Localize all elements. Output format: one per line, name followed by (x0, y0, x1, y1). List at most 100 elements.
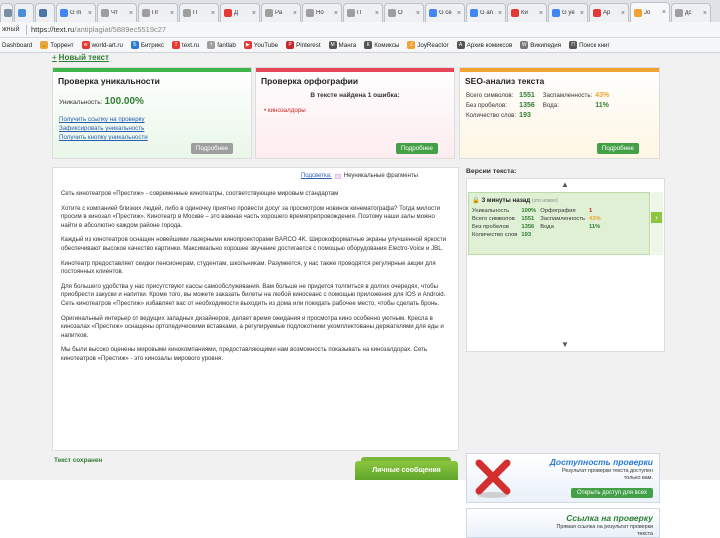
bookmark-label: Битрикс (140, 41, 165, 49)
tab-close-icon[interactable]: × (293, 10, 297, 17)
browser-tab[interactable]: Д × (220, 3, 260, 22)
bookmark-item[interactable]: К Комиксы (364, 41, 399, 49)
bookmark-label: Поиск книг (579, 41, 610, 49)
browser-tab[interactable] (35, 3, 55, 22)
bookmark-item[interactable]: 🔒 Торрент (40, 41, 74, 49)
bookmark-label: text.ru (182, 41, 200, 49)
uniqueness-more-button[interactable]: Подробнее (190, 143, 233, 154)
tab-close-icon[interactable]: × (580, 10, 584, 17)
bookmark-icon: Б (130, 41, 139, 49)
tab-label: G m (70, 10, 82, 16)
version-entry[interactable]: 🔒 3 минуты назад (это новое) Уникальность… (468, 192, 650, 255)
seo-label: Всего символов: (466, 92, 514, 99)
browser-tab[interactable]: Пг × (138, 3, 178, 22)
spelling-found: В тексте найдена 1 ошибка: (310, 92, 400, 99)
tab-label: G ye (562, 10, 575, 16)
tab-favicon-icon (142, 9, 150, 17)
browser-tab[interactable]: дс × (671, 3, 711, 22)
get-link-link[interactable]: Получить ссылку на проверку (59, 115, 251, 124)
seo-label: Без пробелов: (466, 102, 507, 109)
browser-tab[interactable]: G ce × (425, 3, 465, 22)
tab-close-icon[interactable]: × (211, 10, 215, 17)
tab-close-icon[interactable]: × (88, 10, 92, 17)
address-bar[interactable]: жный https://text.ru/antiplagiat/5889ec5… (0, 22, 720, 38)
bookmark-icon: P (286, 41, 295, 49)
tab-close-icon[interactable]: × (416, 10, 420, 17)
chevron-up-icon[interactable]: ▲ (561, 180, 569, 189)
bookmark-item[interactable]: f fantlab (207, 41, 236, 49)
tab-close-icon[interactable]: × (457, 10, 461, 17)
tab-close-icon[interactable]: × (539, 10, 543, 17)
chevron-right-icon[interactable]: › (651, 212, 662, 223)
tab-close-icon[interactable]: × (375, 10, 379, 17)
browser-tab[interactable]: G m × (56, 3, 96, 22)
bookmark-item[interactable]: А Архив комиксов (456, 41, 513, 49)
tab-close-icon[interactable]: × (498, 10, 502, 17)
bookmark-item[interactable]: ▶ YouTube (243, 41, 279, 49)
browser-tab[interactable] (0, 3, 13, 22)
version-value: 11% (589, 224, 601, 230)
bookmark-item[interactable]: W Википедия (520, 41, 561, 49)
seo-more-button[interactable]: Подробнее (596, 143, 639, 154)
browser-tab[interactable]: Ки × (507, 3, 547, 22)
link-ad[interactable]: Ссылка на проверку Прямая ссылка на резу… (466, 508, 660, 538)
link-ad-text: Прямая ссылка на результат проверки текс… (556, 524, 653, 537)
tab-close-icon[interactable]: × (170, 10, 174, 17)
tab-label: Д (234, 10, 239, 16)
tab-close-icon[interactable]: × (334, 10, 338, 17)
bookmark-label: Архив комиксов (466, 41, 513, 49)
bookmark-label: Манга (338, 41, 357, 49)
browser-tab-strip: G m × Чт × Пг × П × Д × Ра × Но × П × О × G ce × G an × Ки × G y… (0, 0, 720, 22)
tab-favicon-icon (18, 9, 26, 17)
tab-close-icon[interactable]: × (621, 10, 625, 17)
url-text[interactable]: https://text.ru/antiplagiat/5889ec5519c2… (31, 25, 166, 34)
highlight-link[interactable]: Подсветка: (301, 173, 332, 179)
tab-close-icon[interactable]: × (252, 10, 256, 17)
version-side: › (651, 192, 663, 255)
browser-tab[interactable]: Ра × (261, 3, 301, 22)
spelling-title: Проверка орфографии (261, 76, 359, 86)
bookmark-item[interactable]: w world-art.ru (81, 41, 123, 49)
personal-messages-button[interactable]: Личные сообщения (355, 457, 458, 480)
browser-tab[interactable]: Чт × (97, 3, 137, 22)
tab-favicon-icon (429, 9, 437, 17)
tab-close-icon[interactable]: × (703, 10, 707, 17)
bookmark-item[interactable]: М Манга (328, 41, 357, 49)
new-text-link[interactable]: + Новый текст (52, 53, 109, 62)
bookmark-item[interactable]: Ttext.ru (172, 41, 199, 49)
open-access-button[interactable]: Открыть доступ для всех (570, 488, 653, 498)
access-ad[interactable]: Доступность проверки Результат проверки … (466, 453, 660, 503)
lock-icon: 🔒 (472, 197, 480, 204)
tab-favicon-icon (39, 9, 47, 17)
bookmark-item[interactable]: P Pinterest (286, 41, 321, 49)
browser-tab[interactable]: G an × (466, 3, 506, 22)
bookmark-item[interactable]: П Поиск книг (569, 41, 610, 49)
bookmark-label: YouTube (253, 41, 279, 49)
uniqueness-links: Получить ссылку на проверку Зафиксироват… (59, 115, 251, 142)
tab-close-icon[interactable]: × (662, 9, 666, 16)
bookmark-item[interactable]: Б Битрикс (130, 41, 165, 49)
version-label: Орфография (540, 208, 576, 214)
browser-tab[interactable]: П × (179, 3, 219, 22)
uniqueness-card: Проверка уникальности Уникальность: 100.0… (52, 67, 252, 159)
get-button-link[interactable]: Получить кнопку уникальности (59, 133, 251, 142)
bookmark-icon: К (364, 41, 373, 49)
fix-uniqueness-link[interactable]: Зафиксировать уникальность (59, 124, 251, 133)
browser-tab[interactable] (14, 3, 34, 22)
spelling-more-button[interactable]: Подробнее (395, 143, 438, 154)
browser-tab[interactable]: Ap × (589, 3, 629, 22)
seo-stats-table: Всего символов: 1551 Заспамленность: 43%… (466, 91, 617, 121)
browser-tab[interactable]: Jo × (630, 2, 670, 22)
version-label (540, 232, 589, 240)
browser-tab[interactable]: П × (343, 3, 383, 22)
browser-tab[interactable]: G ye × (548, 3, 588, 22)
browser-tab[interactable]: Но × (302, 3, 342, 22)
bookmark-item[interactable]: J JoyReactor (407, 41, 449, 49)
bookmark-icon: f (207, 41, 216, 49)
text-paragraph: Сеть кинотеатров «Престиж» - современные… (61, 190, 339, 197)
tab-close-icon[interactable]: × (129, 10, 133, 17)
chevron-down-icon[interactable]: ▼ (561, 340, 569, 349)
browser-tab[interactable]: О × (384, 3, 424, 22)
bookmark-item[interactable]: Dashboard (2, 42, 32, 49)
spelling-error-item[interactable]: • кинозалдоры (264, 107, 454, 114)
